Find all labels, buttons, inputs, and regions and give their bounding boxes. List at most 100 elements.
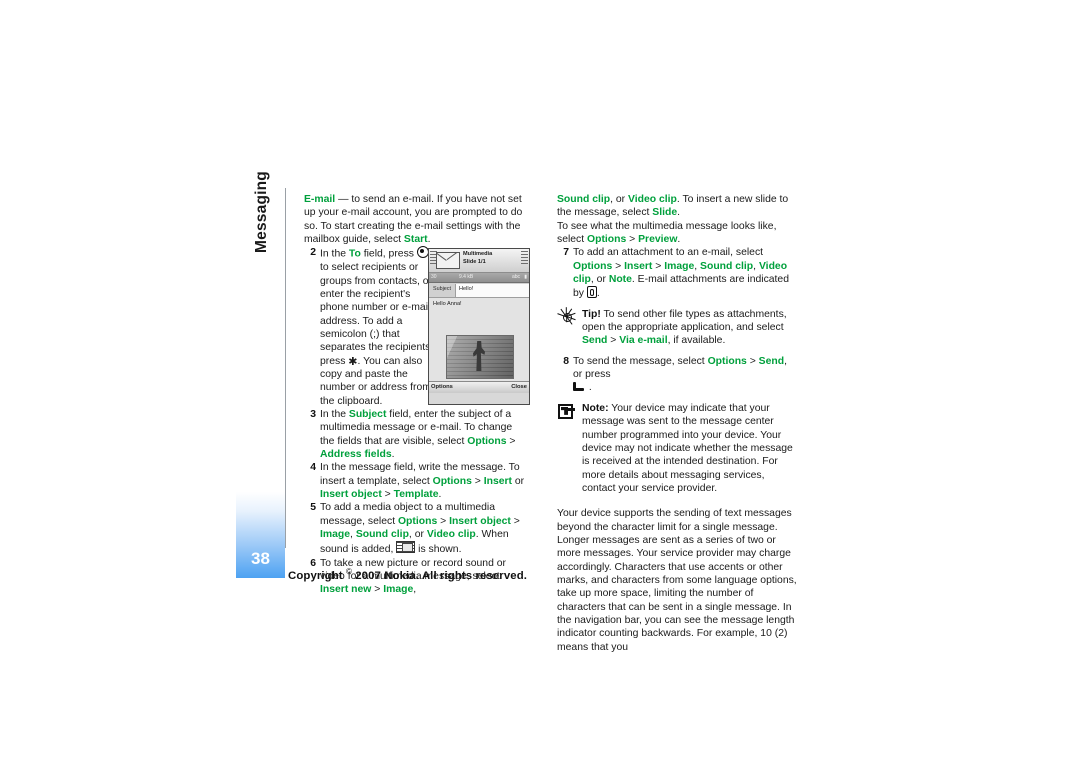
step-8-text-a: To send the message, select xyxy=(573,355,708,367)
page-number-block: 38 xyxy=(236,492,285,578)
step-5-text-b: , or xyxy=(408,529,427,541)
header-bars-right-icon xyxy=(521,251,528,264)
manual-page: Messaging 38 Copyright © 2007 Nokia. All… xyxy=(0,0,1080,763)
status-left-value: 30 xyxy=(431,274,437,280)
preview-preview: Preview xyxy=(638,234,678,246)
preview-gt-1: > xyxy=(626,234,639,246)
step-5-number: 5 xyxy=(310,502,316,514)
step-5-gt-2: > xyxy=(510,515,520,527)
step-3-number: 3 xyxy=(310,409,316,420)
chapter-title: Messaging xyxy=(253,171,270,253)
tip-text-b: , if available. xyxy=(667,335,726,347)
step-3-field-subject: Subject xyxy=(348,409,387,420)
closing-paragraph: Your device supports the sending of text… xyxy=(557,508,797,653)
right-column: Sound clip, or Video clip. To insert a n… xyxy=(557,193,797,654)
step-4-template: Template xyxy=(393,489,439,501)
step-6-text-b: , xyxy=(413,584,417,596)
phone-header-title: Multimedia Slide 1/1 xyxy=(463,250,492,266)
cont-video-clip: Video clip xyxy=(628,194,677,205)
step-8-gt-1: > xyxy=(746,355,759,367)
email-dash: — xyxy=(335,194,352,205)
step-7-sound-clip: Sound clip xyxy=(700,260,754,272)
message-body-text[interactable]: Hello Anna! xyxy=(433,301,462,307)
step-7-note: Note xyxy=(608,274,632,286)
tip-gt-1: > xyxy=(607,335,620,347)
phone-status-bar: 30 9.4 kB abc ▮ xyxy=(429,273,529,283)
list-item-step-5: 5 To add a media object to a multimedia … xyxy=(304,501,528,556)
subject-row: Subject Hello! xyxy=(429,283,529,298)
email-term: E-mail xyxy=(304,194,336,205)
cont-slide: Slide xyxy=(652,207,678,219)
step-7-text-b: , or xyxy=(590,274,609,286)
softkey-options[interactable]: Options xyxy=(431,384,453,390)
step-6-continuation: Sound clip, or Video clip. To insert a n… xyxy=(557,193,797,220)
tip-via-email: Via e-mail xyxy=(619,335,668,347)
sound-clip-icon xyxy=(396,541,416,554)
note-text: Your device may indicate that your messa… xyxy=(582,402,793,494)
subject-label: Subject xyxy=(433,286,451,292)
note-label: Note: xyxy=(582,402,609,414)
phone-header-line-2: Slide 1/1 xyxy=(463,259,486,265)
phone-screenshot-figure: Multimedia Slide 1/1 30 9.4 kB abc ▮ Sub… xyxy=(428,248,530,405)
phone-header-line-1: Multimedia xyxy=(463,251,493,257)
cont-sound-clip: Sound clip xyxy=(557,194,611,205)
step-7-text-a: To add an attachment to an e-mail, selec… xyxy=(573,247,764,259)
phone-header: Multimedia Slide 1/1 xyxy=(429,249,529,273)
email-text-2: . xyxy=(427,234,431,246)
list-item-step-7: 7 To add an attachment to an e-mail, sel… xyxy=(557,246,797,300)
list-item-step-6: 6 To take a new picture or record sound … xyxy=(304,557,528,597)
step-8-send: Send xyxy=(758,355,785,367)
step-2-number: 2 xyxy=(310,247,316,259)
step-2-text-b: field, press xyxy=(360,248,417,260)
tip-label: Tip! xyxy=(582,308,601,320)
step-7-gt-2: > xyxy=(652,260,665,272)
step-4-insert: Insert xyxy=(483,475,513,487)
step-7-number: 7 xyxy=(563,247,569,259)
step-7-insert: Insert xyxy=(624,260,653,272)
step-5-options: Options xyxy=(397,515,438,527)
step-7-text-d: . xyxy=(596,288,600,300)
tip-send: Send xyxy=(582,335,608,347)
step-3-gt-1: > xyxy=(506,435,516,447)
step-3-text-a: In the xyxy=(320,409,349,420)
cont-text-a: , or xyxy=(610,194,629,205)
column-divider-rule xyxy=(285,188,286,548)
tip-bulb-icon xyxy=(557,306,577,325)
brick-wall-photo[interactable] xyxy=(446,335,514,379)
step-4-gt-1: > xyxy=(471,475,484,487)
step-6-image: Image xyxy=(383,584,414,596)
status-size-value: 9.4 kB xyxy=(459,274,474,280)
list-item-step-2: 2 In the To field, press to select recip… xyxy=(304,246,436,408)
subject-field[interactable]: Hello! xyxy=(455,284,529,297)
attachment-clip-icon xyxy=(586,286,597,299)
list-item-step-4: 4 In the message field, write the messag… xyxy=(304,461,528,501)
step-4-insert-object: Insert object xyxy=(320,489,382,501)
step-3-address-fields: Address fields xyxy=(320,449,392,461)
status-input-mode: abc xyxy=(511,274,520,280)
step-3-options: Options xyxy=(467,435,507,447)
step-3-text-c: . xyxy=(391,449,395,461)
phone-softkey-bar: Options Close xyxy=(429,381,529,393)
step-4-gt-2: > xyxy=(381,489,394,501)
list-item-step-3: 3 In the Subject field, enter the subjec… xyxy=(304,408,528,461)
step-4-text-c: . xyxy=(438,489,442,501)
step-8-options: Options xyxy=(707,355,747,367)
step-7-options: Options xyxy=(573,260,613,272)
envelope-icon xyxy=(436,252,460,269)
preview-options: Options xyxy=(587,234,627,246)
tip-ray-8 xyxy=(565,315,568,322)
call-key-icon xyxy=(573,382,586,392)
email-term-start: Start xyxy=(403,234,428,246)
step-5-sound-clip: Sound clip xyxy=(355,529,409,541)
page-number: 38 xyxy=(251,549,270,568)
softkey-close[interactable]: Close xyxy=(511,384,527,390)
step-5-video-clip: Video clip xyxy=(426,529,476,541)
step-5-image: Image xyxy=(320,529,351,541)
list-item-step-8: 8 To send the message, select Options > … xyxy=(557,355,797,395)
step-2-field-to: To xyxy=(348,248,361,260)
step-5-gt-1: > xyxy=(437,515,450,527)
cont-text-c: . xyxy=(677,207,681,219)
note-icon xyxy=(557,403,577,419)
step-6-number: 6 xyxy=(310,557,316,569)
step-7-gt-1: > xyxy=(612,260,625,272)
